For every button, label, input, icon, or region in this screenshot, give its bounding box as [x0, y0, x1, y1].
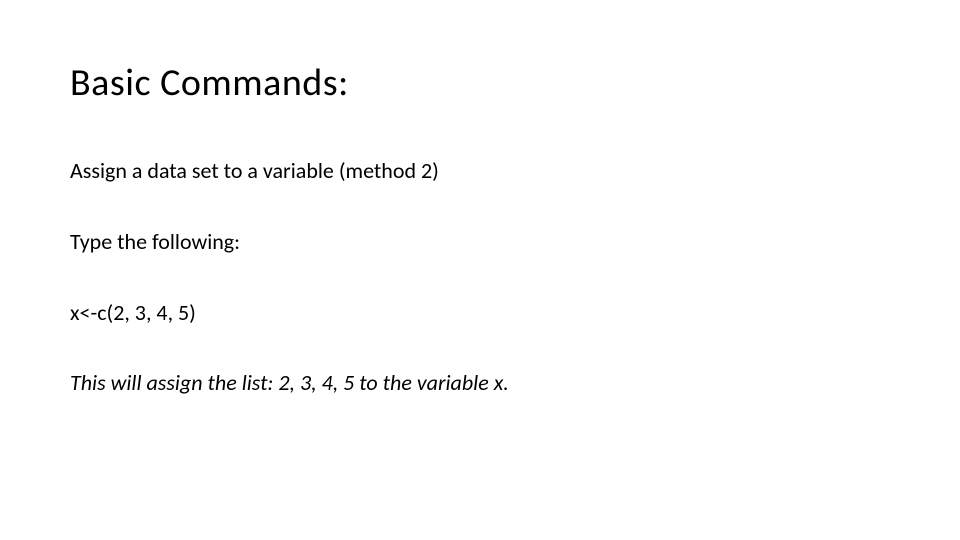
slide-title: Basic Commands:	[70, 60, 890, 106]
code-example: x<-c(2, 3, 4, 5)	[70, 298, 890, 329]
instruction-line: Type the following:	[70, 227, 890, 258]
explanation-text: This will assign the list: 2, 3, 4, 5 to…	[70, 368, 890, 399]
description-line-1: Assign a data set to a variable (method …	[70, 156, 890, 187]
